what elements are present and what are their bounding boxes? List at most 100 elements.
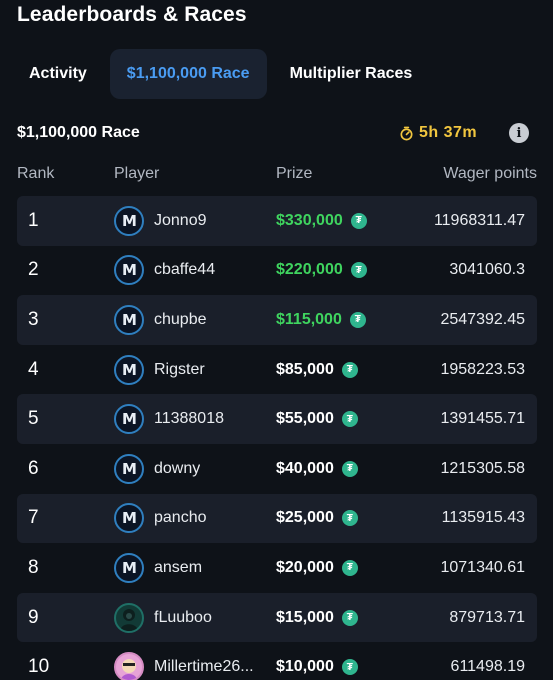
table-row[interactable]: 7 Mpancho $25,000 ₮ 1135915.43 bbox=[17, 493, 537, 544]
tether-token-icon: ₮ bbox=[341, 460, 358, 477]
avatar[interactable]: M bbox=[114, 552, 144, 583]
column-header-rank: Rank bbox=[17, 165, 55, 182]
tether-token-icon: ₮ bbox=[341, 559, 358, 576]
rank-cell: 10 bbox=[28, 656, 50, 678]
table-row[interactable]: 4 M Rigster $85,000 ₮ 1958223.53 bbox=[17, 345, 537, 395]
prize-amount: $25,000 bbox=[276, 509, 334, 527]
rank-cell: 7 bbox=[28, 507, 39, 529]
logo-icon: M bbox=[122, 410, 137, 429]
prize-amount: $15,000 bbox=[276, 608, 334, 626]
rank-cell: 9 bbox=[28, 606, 39, 628]
avatar[interactable]: M bbox=[114, 255, 144, 286]
wager-points-cell: 1071340.61 bbox=[440, 558, 525, 576]
logo-icon: M bbox=[122, 310, 137, 329]
info-icon[interactable]: i bbox=[509, 123, 529, 143]
prize-cell: $330,000 ₮ bbox=[276, 196, 367, 246]
prize-cell: $55,000 ₮ bbox=[276, 394, 358, 444]
prize-amount: $85,000 bbox=[276, 360, 334, 378]
prize-cell: $40,000 ₮ bbox=[276, 444, 358, 494]
rank-cell: 6 bbox=[28, 457, 39, 479]
tether-token-icon: ₮ bbox=[341, 659, 358, 676]
table-row[interactable]: 5 M 11388018 $55,000 ₮ 1391455.71 bbox=[17, 394, 537, 444]
avatar[interactable]: M bbox=[114, 503, 144, 534]
prize-cell: $25,000 ₮ bbox=[276, 494, 358, 544]
logo-icon: M bbox=[122, 558, 137, 577]
leaderboard-table: 1 M Jonno9 $330,000 ₮ 11968311.47 2 Mcbaffe44 $2… bbox=[17, 196, 537, 680]
player-name[interactable]: cbaffe44 bbox=[154, 246, 215, 296]
tether-token-icon: ₮ bbox=[350, 212, 367, 229]
player-name[interactable]: Jonno9 bbox=[154, 196, 207, 246]
avatar[interactable] bbox=[114, 652, 144, 680]
tether-token-icon: ₮ bbox=[350, 262, 367, 279]
player-name[interactable]: fLuuboo bbox=[154, 593, 212, 643]
rank-cell: 4 bbox=[28, 358, 39, 380]
prize-amount: $40,000 bbox=[276, 459, 334, 477]
avatar[interactable]: M bbox=[114, 453, 144, 484]
wager-points-cell: 3041060.3 bbox=[449, 261, 525, 279]
player-name[interactable]: downy bbox=[154, 444, 200, 494]
player-name[interactable]: pancho bbox=[154, 494, 207, 544]
table-row[interactable]: 1 M Jonno9 $330,000 ₮ 11968311.47 bbox=[17, 196, 537, 246]
leaderboard-page: Leaderboards & Races Activity $1,100,000… bbox=[0, 0, 553, 680]
timer-text: 5h 37m bbox=[419, 124, 478, 141]
wager-points-cell: 1958223.53 bbox=[440, 360, 525, 378]
player-name[interactable]: Rigster bbox=[154, 345, 205, 395]
table-row[interactable]: 6 Mdowny $40,000 ₮ 1215305.58 bbox=[17, 444, 537, 494]
prize-amount: $115,000 bbox=[276, 310, 342, 328]
tab-multiplier-races[interactable]: Multiplier Races bbox=[273, 49, 430, 99]
tether-token-icon: ₮ bbox=[341, 609, 358, 626]
prize-cell: $10,000 ₮ bbox=[276, 642, 358, 680]
player-name[interactable]: 11388018 bbox=[154, 394, 224, 444]
rank-cell: 8 bbox=[28, 556, 39, 578]
rank-cell: 2 bbox=[28, 259, 39, 281]
prize-amount: $55,000 bbox=[276, 410, 334, 428]
table-row[interactable]: 2 Mcbaffe44 $220,000 ₮ 3041060.3 bbox=[17, 246, 537, 296]
tether-token-icon: ₮ bbox=[341, 411, 358, 428]
wager-points-cell: 1215305.58 bbox=[440, 459, 525, 477]
page-title: Leaderboards & Races bbox=[17, 3, 247, 26]
cartoon-avatar-icon bbox=[121, 659, 137, 680]
prize-cell: $115,000 ₮ bbox=[276, 295, 366, 345]
table-row[interactable]: 3 Mchupbe $115,000 ₮ 2547392.45 bbox=[17, 295, 537, 345]
table-row[interactable]: 9 fLuuboo $15,000 ₮ 879713.71 bbox=[17, 592, 537, 643]
logo-icon: M bbox=[122, 459, 137, 478]
prize-cell: $20,000 ₮ bbox=[276, 543, 358, 593]
tether-token-icon: ₮ bbox=[341, 361, 358, 378]
player-name[interactable]: chupbe bbox=[154, 295, 207, 345]
avatar[interactable]: M bbox=[114, 354, 144, 385]
race-timer: 5h 37m bbox=[399, 124, 477, 142]
wager-points-cell: 1135915.43 bbox=[441, 509, 525, 527]
column-header-wager: Wager points bbox=[443, 165, 537, 182]
tether-token-icon: ₮ bbox=[349, 311, 366, 328]
rank-cell: 5 bbox=[28, 408, 39, 430]
wager-points-cell: 1391455.71 bbox=[440, 410, 525, 428]
stopwatch-icon bbox=[400, 126, 413, 140]
logo-icon: M bbox=[122, 509, 137, 528]
rank-cell: 3 bbox=[28, 308, 39, 330]
avatar[interactable]: M bbox=[114, 404, 144, 435]
table-row[interactable]: 8 Mansem $20,000 ₮ 1071340.61 bbox=[17, 543, 537, 593]
wager-points-cell: 11968311.47 bbox=[433, 211, 525, 229]
tab-race[interactable]: $1,100,000 Race bbox=[109, 49, 267, 99]
prize-amount: $20,000 bbox=[276, 558, 334, 576]
race-title: $1,100,000 Race bbox=[17, 124, 140, 141]
wager-points-cell: 879713.71 bbox=[449, 608, 525, 626]
table-row[interactable]: 10 Millertime26... $10,000 ₮ 611498.19 bbox=[17, 642, 537, 680]
prize-amount: $220,000 bbox=[276, 261, 343, 279]
tab-activity[interactable]: Activity bbox=[12, 49, 104, 99]
prize-cell: $220,000 ₮ bbox=[276, 246, 367, 296]
prize-amount: $330,000 bbox=[276, 211, 343, 229]
avatar[interactable]: M bbox=[114, 304, 144, 335]
prize-cell: $15,000 ₮ bbox=[276, 593, 358, 643]
rank-cell: 1 bbox=[28, 209, 39, 231]
logo-icon: M bbox=[122, 211, 137, 230]
column-header-player: Player bbox=[114, 165, 160, 182]
prize-amount: $10,000 bbox=[276, 658, 334, 676]
wager-points-cell: 611498.19 bbox=[450, 658, 525, 676]
wager-points-cell: 2547392.45 bbox=[440, 310, 525, 328]
player-name[interactable]: Millertime26... bbox=[154, 642, 254, 680]
avatar[interactable] bbox=[114, 602, 144, 633]
prize-cell: $85,000 ₮ bbox=[276, 345, 358, 395]
player-name[interactable]: ansem bbox=[154, 543, 202, 593]
avatar[interactable]: M bbox=[114, 205, 144, 236]
